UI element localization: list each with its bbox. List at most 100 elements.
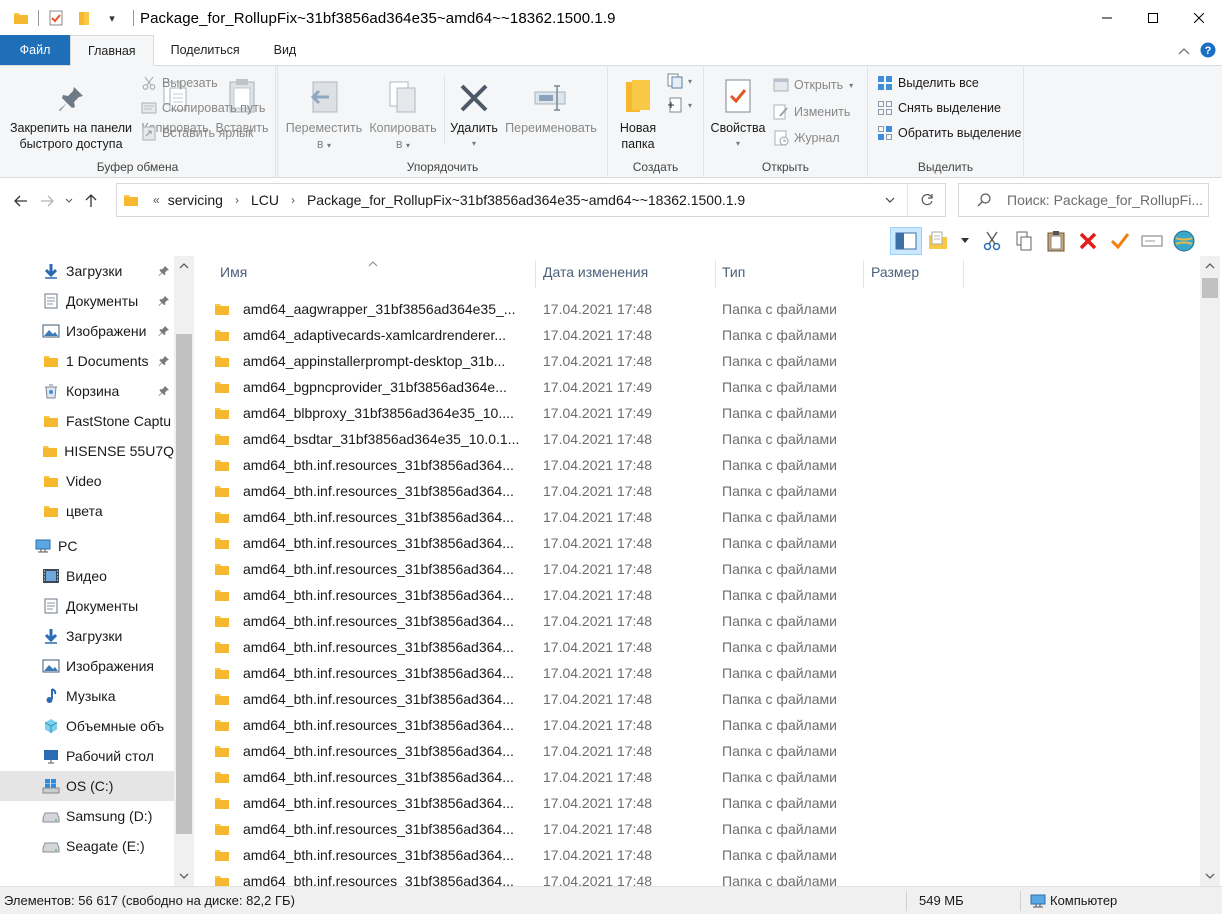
breadcrumb-servicing[interactable]: servicing [168, 192, 223, 208]
breadcrumb-chevron-icon[interactable]: › [235, 193, 239, 207]
nav-item[interactable]: Рабочий стол [0, 741, 174, 771]
properties-check-icon[interactable] [45, 7, 67, 29]
edit-button[interactable]: Изменить [772, 101, 850, 123]
paste-shortcut-button[interactable]: Вставить ярлык [140, 122, 254, 144]
copy-toolbar-button[interactable] [1008, 227, 1040, 255]
breadcrumb-chevron-icon[interactable]: › [291, 193, 295, 207]
nav-item[interactable]: FastStone Captu [0, 406, 174, 436]
pin-icon[interactable] [158, 384, 170, 400]
pin-icon[interactable] [158, 264, 170, 280]
tab-share[interactable]: Поделиться [154, 35, 257, 65]
history-button[interactable]: Журнал [772, 127, 840, 149]
rename-button[interactable]: Переименовать [500, 72, 602, 136]
scroll-up-button[interactable] [174, 256, 194, 276]
delete-toolbar-button[interactable] [1072, 227, 1104, 255]
nav-item[interactable]: Документы [0, 286, 174, 316]
nav-item[interactable]: HISENSE 55U7Q [0, 436, 174, 466]
breadcrumb-overflow[interactable]: « [153, 193, 160, 207]
pin-icon[interactable] [158, 324, 170, 340]
collapse-ribbon-icon[interactable] [1178, 44, 1190, 58]
file-row[interactable]: amd64_bth.inf.resources_31bf3856ad364...… [214, 634, 854, 660]
nav-item[interactable]: OS (C:) [0, 771, 174, 801]
cut-button[interactable]: Вырезать [140, 72, 218, 94]
delete-button[interactable]: Удалить ▾ [448, 72, 500, 152]
file-row[interactable]: amd64_bth.inf.resources_31bf3856ad364...… [214, 816, 854, 842]
move-to-button[interactable]: Переместить в ▾ [282, 72, 366, 154]
invert-selection-button[interactable]: Обратить выделение [876, 122, 1021, 144]
nav-scrollbar[interactable] [174, 256, 194, 886]
file-row[interactable]: amd64_bth.inf.resources_31bf3856ad364...… [214, 504, 854, 530]
minimize-button[interactable] [1084, 0, 1130, 36]
address-dropdown-button[interactable] [873, 184, 907, 216]
file-row[interactable]: amd64_bth.inf.resources_31bf3856ad364...… [214, 764, 854, 790]
file-row[interactable]: amd64_bth.inf.resources_31bf3856ad364...… [214, 556, 854, 582]
help-icon[interactable]: ? [1200, 42, 1216, 61]
toolbar-dropdown-button[interactable] [954, 227, 976, 255]
properties-button[interactable]: Свойства ▾ [708, 72, 768, 152]
file-row[interactable]: amd64_bth.inf.resources_31bf3856ad364...… [214, 530, 854, 556]
pin-icon[interactable] [158, 354, 170, 370]
nav-item[interactable]: Документы [0, 591, 174, 621]
file-list-scrollbar-thumb[interactable] [1202, 278, 1218, 298]
file-row[interactable]: amd64_bth.inf.resources_31bf3856ad364...… [214, 868, 854, 886]
forward-button[interactable] [34, 186, 60, 216]
column-divider[interactable] [963, 260, 964, 288]
file-row[interactable]: amd64_bth.inf.resources_31bf3856ad364...… [214, 842, 854, 868]
file-row[interactable]: amd64_adaptivecards-xamlcardrenderer... 1… [214, 322, 854, 348]
back-button[interactable] [8, 186, 34, 216]
breadcrumb-package[interactable]: Package_for_RollupFix~31bf3856ad364e35~a… [307, 192, 745, 208]
nav-item[interactable]: Музыка [0, 681, 174, 711]
file-row[interactable]: amd64_bth.inf.resources_31bf3856ad364...… [214, 582, 854, 608]
new-folder-icon[interactable] [73, 7, 95, 29]
nav-item[interactable]: Корзина [0, 376, 174, 406]
preview-pane-button[interactable] [890, 227, 922, 255]
open-button[interactable]: Открыть ▾ [772, 74, 853, 96]
new-item-button[interactable]: ▾ [666, 70, 692, 92]
nav-item[interactable]: Samsung (D:) [0, 801, 174, 831]
column-header-size[interactable]: Размер [864, 256, 964, 288]
cut-toolbar-button[interactable] [976, 227, 1008, 255]
search-box[interactable]: Поиск: Package_for_RollupFi... [958, 183, 1209, 217]
file-row[interactable]: amd64_bsdtar_31bf3856ad364e35_10.0.1... 1… [214, 426, 854, 452]
file-row[interactable]: amd64_bth.inf.resources_31bf3856ad364...… [214, 790, 854, 816]
nav-item[interactable]: Загрузки [0, 621, 174, 651]
file-row[interactable]: amd64_aagwrapper_31bf3856ad364e35_... 17.… [214, 296, 854, 322]
nav-scrollbar-thumb[interactable] [176, 334, 192, 834]
select-all-button[interactable]: Выделить все [876, 72, 979, 94]
easy-access-button[interactable]: ▾ [666, 94, 692, 116]
recent-locations-button[interactable] [60, 186, 78, 216]
column-header-type[interactable]: Тип [716, 256, 864, 288]
nav-item[interactable]: Изображения [0, 651, 174, 681]
pin-to-quick-access-button[interactable]: Закрепить на панели быстрого доступа [4, 72, 138, 152]
nav-item[interactable]: цвета [0, 496, 174, 526]
nav-item[interactable]: Загрузки [0, 256, 174, 286]
file-row[interactable]: amd64_bth.inf.resources_31bf3856ad364...… [214, 452, 854, 478]
pin-icon[interactable] [158, 294, 170, 310]
file-row[interactable]: amd64_bth.inf.resources_31bf3856ad364...… [214, 712, 854, 738]
tab-file[interactable]: Файл [0, 35, 70, 65]
file-row[interactable]: amd64_bgpncprovider_31bf3856ad364e... 17.… [214, 374, 854, 400]
rename-toolbar-button[interactable] [1136, 227, 1168, 255]
tab-home[interactable]: Главная [70, 35, 154, 66]
nav-item[interactable]: Видео [0, 561, 174, 591]
file-row[interactable]: amd64_bth.inf.resources_31bf3856ad364...… [214, 660, 854, 686]
nav-item-pc[interactable]: PC [0, 531, 174, 561]
nav-item[interactable]: 1 Documents [0, 346, 174, 376]
select-none-button[interactable]: Снять выделение [876, 97, 1001, 119]
shell-extension-button[interactable] [1168, 227, 1200, 255]
paste-toolbar-button[interactable] [1040, 227, 1072, 255]
tab-view[interactable]: Вид [257, 35, 314, 65]
address-bar[interactable]: « servicing › LCU › Package_for_RollupFi… [116, 183, 946, 217]
new-folder-button[interactable]: Новая папка [612, 72, 664, 152]
breadcrumb-lcu[interactable]: LCU [251, 192, 279, 208]
scroll-down-button[interactable] [1200, 866, 1220, 886]
qat-dropdown-icon[interactable]: ▾ [101, 7, 123, 29]
new-folder-toolbar-button[interactable] [922, 227, 954, 255]
scroll-up-button[interactable] [1200, 256, 1220, 276]
file-row[interactable]: amd64_bth.inf.resources_31bf3856ad364...… [214, 686, 854, 712]
refresh-button[interactable] [907, 184, 945, 216]
close-button[interactable] [1176, 0, 1222, 36]
copy-path-button[interactable]: Скопировать путь [140, 97, 265, 119]
scroll-down-button[interactable] [174, 866, 194, 886]
maximize-button[interactable] [1130, 0, 1176, 36]
